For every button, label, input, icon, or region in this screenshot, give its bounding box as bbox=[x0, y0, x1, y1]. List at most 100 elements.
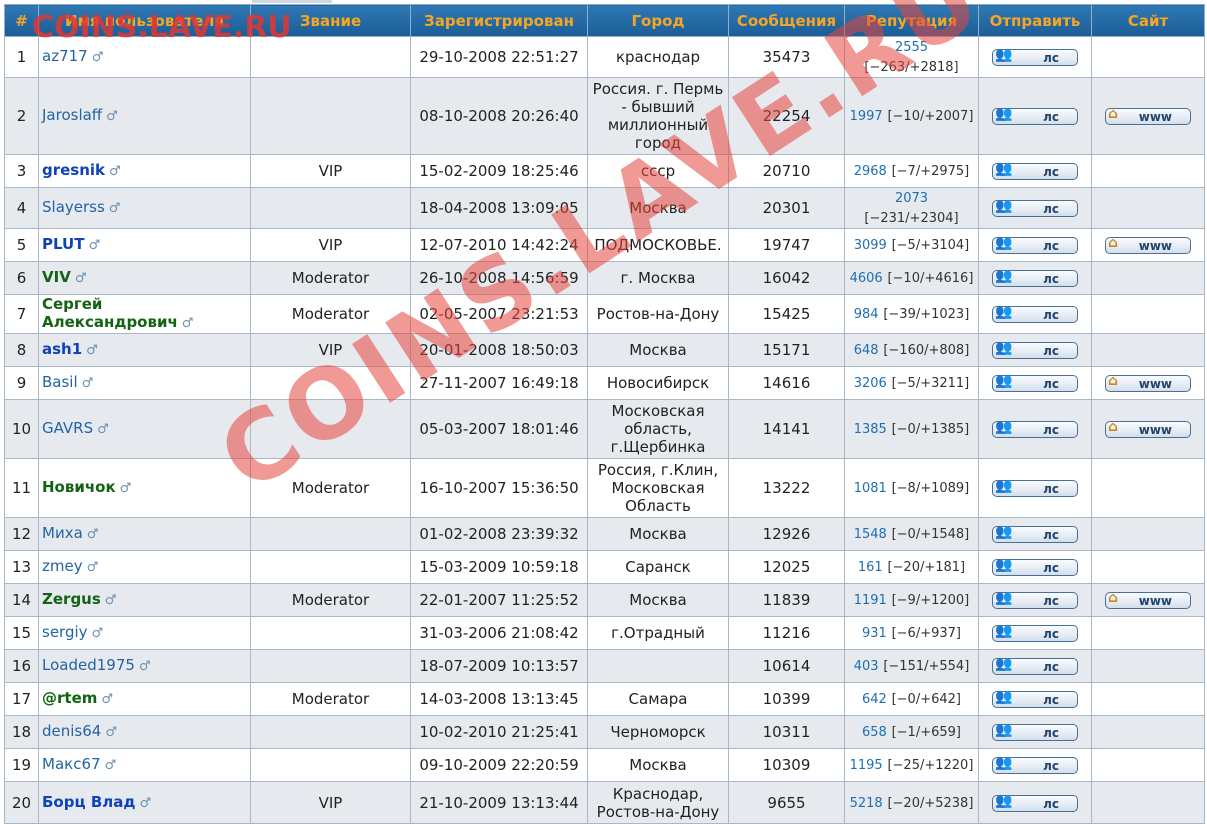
reputation-link[interactable]: 3206 bbox=[854, 376, 887, 391]
table-header: # Имя пользователя Звание Зарегистрирован Го… bbox=[4, 4, 1205, 37]
send-pm-button[interactable]: 👥 лс bbox=[992, 419, 1078, 438]
username-link[interactable]: @rtem bbox=[42, 689, 97, 707]
users-icon: 👥 bbox=[995, 792, 1013, 809]
table-row: 18 denis64 ♂ 10-02-2010 21:25:41 Черноморск 1… bbox=[4, 715, 1205, 749]
reputation-link[interactable]: 2968 bbox=[854, 164, 887, 179]
send-pm-button[interactable]: 👥 лс bbox=[992, 106, 1078, 125]
username-link[interactable]: zmey bbox=[42, 557, 83, 575]
username-link[interactable]: az717 bbox=[42, 47, 88, 65]
username-cell: denis64 ♂ bbox=[38, 715, 251, 749]
website-button[interactable]: ⌂ www bbox=[1105, 419, 1191, 438]
reputation-link[interactable]: 2073 bbox=[895, 191, 928, 206]
send-pm-button[interactable]: 👥 лс bbox=[992, 590, 1078, 609]
send-pm-button[interactable]: 👥 лс bbox=[992, 161, 1078, 180]
reputation-link[interactable]: 4606 bbox=[850, 271, 883, 286]
col-header-reputation[interactable]: Репутация bbox=[844, 4, 979, 37]
rank-cell bbox=[250, 187, 411, 229]
city-cell: Московская область, г.Щербинка bbox=[587, 399, 729, 459]
website-button[interactable]: ⌂ www bbox=[1105, 590, 1191, 609]
reputation-link[interactable]: 1191 bbox=[854, 593, 887, 608]
username-cell: az717 ♂ bbox=[38, 36, 251, 78]
reputation-link[interactable]: 648 bbox=[854, 343, 879, 358]
username-link[interactable]: Новичок bbox=[42, 478, 116, 496]
reputation-link[interactable]: 5218 bbox=[850, 796, 883, 811]
send-pm-button[interactable]: 👥 лс bbox=[992, 304, 1078, 323]
posts-count: 10614 bbox=[728, 649, 845, 683]
username-link[interactable]: Slayerss bbox=[42, 198, 105, 216]
reputation-detail: [−25/+1220] bbox=[887, 758, 974, 773]
username-link[interactable]: VIV bbox=[42, 268, 71, 286]
username-cell: Slayerss ♂ bbox=[38, 187, 251, 229]
send-pm-button[interactable]: 👥 лс bbox=[992, 268, 1078, 287]
posts-count: 10309 bbox=[728, 748, 845, 782]
male-gender-icon: ♂ bbox=[86, 560, 99, 575]
username-link[interactable]: gresnik bbox=[42, 161, 105, 179]
username-link[interactable]: Сергей Александрович bbox=[42, 295, 178, 331]
rank-cell bbox=[250, 616, 411, 650]
send-pm-button[interactable]: 👥 лс bbox=[992, 623, 1078, 642]
username-link[interactable]: Loaded1975 bbox=[42, 656, 135, 674]
reputation-link[interactable]: 1548 bbox=[854, 527, 887, 542]
col-header-posts[interactable]: Сообщения bbox=[728, 4, 845, 37]
reputation-link[interactable]: 658 bbox=[862, 725, 887, 740]
posts-count: 10399 bbox=[728, 682, 845, 716]
username-link[interactable]: Zergus bbox=[42, 590, 101, 608]
username-link[interactable]: Миха bbox=[42, 524, 83, 542]
col-header-send[interactable]: Отправить bbox=[978, 4, 1092, 37]
col-header-site[interactable]: Сайт bbox=[1091, 4, 1205, 37]
registered-date: 01-02-2008 23:39:32 bbox=[410, 517, 588, 551]
username-link[interactable]: Макс67 bbox=[42, 755, 101, 773]
users-icon: 👥 bbox=[995, 47, 1013, 63]
username-cell: Zergus ♂ bbox=[38, 583, 251, 617]
reputation-detail: [−151/+554] bbox=[883, 659, 970, 674]
reputation-detail: [−5/+3104] bbox=[891, 238, 970, 253]
username-link[interactable]: PLUT bbox=[42, 235, 84, 253]
username-link[interactable]: ash1 bbox=[42, 340, 82, 358]
reputation-link[interactable]: 403 bbox=[854, 659, 879, 674]
col-header-username[interactable]: Имя пользователя bbox=[38, 4, 251, 37]
reputation-link[interactable]: 1195 bbox=[850, 758, 883, 773]
website-button[interactable]: ⌂ www bbox=[1105, 106, 1191, 125]
send-pm-button[interactable]: 👥 лс bbox=[992, 373, 1078, 392]
website-button[interactable]: ⌂ www bbox=[1105, 235, 1191, 254]
rank-cell bbox=[250, 366, 411, 400]
row-number: 12 bbox=[4, 517, 39, 551]
send-pm-button[interactable]: 👥 лс bbox=[992, 524, 1078, 543]
posts-count: 15425 bbox=[728, 294, 845, 334]
send-pm-button[interactable]: 👥 лс bbox=[992, 340, 1078, 359]
send-pm-button[interactable]: 👥 лс bbox=[992, 557, 1078, 576]
username-cell: Jaroslaff ♂ bbox=[38, 77, 251, 155]
username-link[interactable]: denis64 bbox=[42, 722, 101, 740]
reputation-link[interactable]: 2555 bbox=[895, 40, 928, 55]
send-pm-button[interactable]: 👥 лс bbox=[992, 722, 1078, 741]
reputation-link[interactable]: 931 bbox=[862, 626, 887, 641]
send-pm-button[interactable]: 👥 лс bbox=[992, 689, 1078, 708]
username-link[interactable]: Jaroslaff bbox=[42, 106, 102, 124]
send-pm-button[interactable]: 👥 лс bbox=[992, 755, 1078, 774]
username-link[interactable]: Борц Влад bbox=[42, 793, 135, 811]
username-link[interactable]: sergiy bbox=[42, 623, 88, 641]
rank-cell: Moderator bbox=[250, 294, 411, 334]
reputation-link[interactable]: 1385 bbox=[854, 422, 887, 437]
site-cell: ⌂ www bbox=[1091, 583, 1205, 617]
website-button[interactable]: ⌂ www bbox=[1105, 373, 1191, 392]
reputation-link[interactable]: 642 bbox=[862, 692, 887, 707]
male-gender-icon: ♂ bbox=[81, 376, 94, 391]
send-pm-button[interactable]: 👥 лс bbox=[992, 656, 1078, 675]
send-pm-button[interactable]: 👥 лс bbox=[992, 47, 1078, 66]
reputation-link[interactable]: 3099 bbox=[854, 238, 887, 253]
send-pm-button[interactable]: 👥 лс bbox=[992, 198, 1078, 217]
reputation-link[interactable]: 161 bbox=[858, 560, 883, 575]
reputation-link[interactable]: 1997 bbox=[850, 109, 883, 124]
col-header-registered[interactable]: Зарегистрирован bbox=[410, 4, 588, 37]
send-pm-button[interactable]: 👥 лс bbox=[992, 235, 1078, 254]
users-icon: 👥 bbox=[995, 373, 1013, 389]
posts-count: 11839 bbox=[728, 583, 845, 617]
username-link[interactable]: GAVRS bbox=[42, 419, 93, 437]
col-header-rank[interactable]: Звание bbox=[250, 4, 411, 37]
reputation-link[interactable]: 1081 bbox=[854, 481, 887, 496]
username-link[interactable]: Basil bbox=[42, 373, 78, 391]
send-pm-button[interactable]: 👥 лс bbox=[992, 478, 1078, 497]
col-header-city[interactable]: Город bbox=[587, 4, 729, 37]
reputation-link[interactable]: 984 bbox=[854, 307, 879, 322]
